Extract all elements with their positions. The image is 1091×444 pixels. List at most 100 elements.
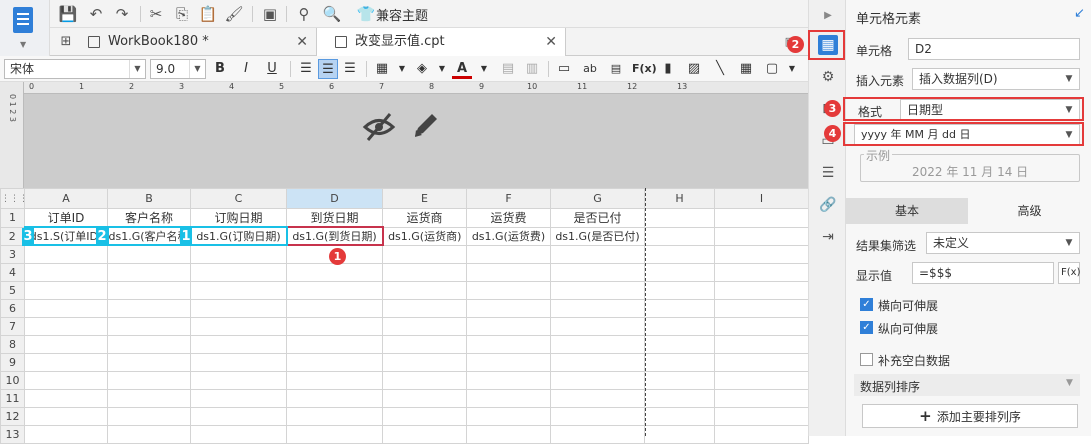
split-icon[interactable]: ▥ — [522, 59, 542, 79]
preview-icon[interactable]: 🔍 — [322, 4, 342, 24]
link-icon[interactable]: 🔗 — [818, 195, 838, 215]
column-header[interactable]: A — [24, 188, 108, 209]
tab-basic[interactable]: 基本 — [846, 198, 968, 224]
column-header[interactable]: E — [382, 188, 467, 209]
row-number[interactable]: 4 — [0, 262, 25, 282]
plugin-icon[interactable]: ⚲ — [294, 4, 314, 24]
chart-icon[interactable]: ▮ — [658, 59, 678, 79]
display-field[interactable]: =$$$ — [912, 262, 1054, 284]
close-icon[interactable]: ✕ — [545, 28, 557, 56]
tab-workbook[interactable]: WorkBook180 * ✕ — [70, 28, 316, 56]
column-header[interactable]: C — [190, 188, 287, 209]
column-header[interactable]: F — [466, 188, 551, 209]
filter-select[interactable]: 未定义 ▼ — [926, 232, 1080, 254]
cell-attribute-icon[interactable]: ⚙ — [818, 67, 838, 87]
grid-cell[interactable] — [644, 208, 715, 228]
expand-v-checkbox[interactable]: ✓ — [860, 321, 873, 334]
align-right-button[interactable]: ☰ — [340, 59, 360, 79]
column-header[interactable]: D — [286, 188, 383, 209]
rich-text-icon[interactable]: ▤ — [606, 59, 626, 79]
hidden-eye-icon[interactable] — [362, 110, 396, 144]
row-number[interactable]: 10 — [0, 370, 25, 390]
text-field-icon[interactable]: ▭ — [554, 59, 574, 79]
add-sort-button[interactable]: + 添加主要排列序 — [862, 404, 1078, 428]
app-logo[interactable]: ▼ — [0, 0, 50, 56]
grid-cell[interactable] — [644, 226, 715, 246]
grid-cell[interactable]: ds1.G(订购日期) — [189, 226, 288, 246]
tab-report[interactable]: 改变显示值.cpt ✕ — [316, 28, 566, 56]
slash-icon[interactable]: ╲ — [710, 59, 730, 79]
collapse-arrow-icon[interactable]: ▶ — [818, 6, 838, 26]
font-size-select[interactable]: 9.0 ▼ — [150, 59, 206, 79]
chevron-down-icon[interactable]: ▼ — [432, 59, 452, 79]
template-icon[interactable]: ▣ — [260, 4, 280, 24]
grid-cell[interactable]: ds1.G(是否已付) — [550, 226, 645, 246]
grid-cell[interactable]: 订购日期 — [190, 208, 287, 228]
row-number[interactable]: 12 — [0, 406, 25, 426]
border-icon[interactable]: ▦ — [372, 59, 392, 79]
redo-icon[interactable]: ↷ — [112, 4, 132, 24]
grid-cell-selected[interactable]: ds1.G(到货日期) — [285, 226, 384, 246]
row-number[interactable]: 9 — [0, 352, 25, 372]
grid-cell[interactable]: 是否已付 — [550, 208, 645, 228]
fill-blank-checkbox[interactable] — [860, 353, 873, 366]
insert-select[interactable]: 插入数据列(D) ▼ — [912, 68, 1080, 90]
italic-button[interactable]: I — [236, 59, 256, 79]
grid-cell[interactable]: ds1.G(运货商) — [382, 226, 467, 246]
row-number[interactable]: 2 — [0, 226, 25, 246]
fill-color-icon[interactable]: ◈ — [412, 59, 432, 79]
grid-cell[interactable] — [714, 208, 809, 228]
expand-h-checkbox[interactable]: ✓ — [860, 298, 873, 311]
corner-cell[interactable]: ⋮⋮⋮ — [0, 188, 25, 209]
copy-icon[interactable]: ⎘ — [172, 4, 192, 24]
grid-cell[interactable]: 客户名称 — [107, 208, 191, 228]
import-icon[interactable]: ⇥ — [818, 227, 838, 247]
column-header[interactable]: G — [550, 188, 645, 209]
font-family-select[interactable]: 宋体 ▼ — [4, 59, 146, 79]
row-number[interactable]: 7 — [0, 316, 25, 336]
pin-icon[interactable]: ↙ — [1074, 6, 1085, 21]
data-icon[interactable]: ☰ — [818, 163, 838, 183]
grid-cell[interactable] — [714, 226, 809, 246]
align-center-button[interactable]: ☰ — [318, 59, 338, 79]
grid-cell[interactable]: ds1.G(客户名称) — [106, 226, 192, 246]
merge-icon[interactable]: ▤ — [498, 59, 518, 79]
column-header[interactable]: I — [714, 188, 809, 209]
cell-border-icon[interactable]: ▢ — [762, 59, 782, 79]
close-icon[interactable]: ✕ — [296, 28, 308, 56]
grid-cell[interactable]: 订单ID — [24, 208, 108, 228]
cut-icon[interactable]: ✂ — [146, 4, 166, 24]
image-icon[interactable]: ▨ — [684, 59, 704, 79]
sub-report-icon[interactable]: ▦ — [736, 59, 756, 79]
tab-advanced[interactable]: 高级 — [968, 198, 1091, 224]
grid-cell[interactable]: 运货费 — [466, 208, 551, 228]
bold-button[interactable]: B — [210, 59, 230, 79]
format-painter-icon[interactable]: 🖌 — [224, 4, 244, 24]
paste-icon[interactable]: 📋 — [198, 4, 218, 24]
save-icon[interactable]: 💾 — [58, 4, 78, 24]
row-number[interactable]: 3 — [0, 244, 25, 264]
grid-cell[interactable]: 运货商 — [382, 208, 467, 228]
font-color-button[interactable]: A — [452, 59, 472, 79]
cell-field[interactable]: D2 — [908, 38, 1080, 60]
ab-icon[interactable]: ab — [580, 59, 600, 79]
column-header[interactable]: B — [107, 188, 191, 209]
formula-button[interactable]: F(x) — [632, 59, 657, 79]
chevron-down-icon[interactable]: ▼ — [782, 59, 802, 79]
chevron-down-icon[interactable]: ▼ — [474, 59, 494, 79]
grid-cell[interactable]: ds1.G(运货费) — [466, 226, 551, 246]
formula-button[interactable]: F(x) — [1058, 262, 1080, 284]
column-header[interactable]: H — [644, 188, 715, 209]
row-number[interactable]: 5 — [0, 280, 25, 300]
chevron-down-icon[interactable]: ▼ — [392, 59, 412, 79]
row-number[interactable]: 8 — [0, 334, 25, 354]
underline-button[interactable]: U — [262, 59, 282, 79]
row-number[interactable]: 13 — [0, 424, 25, 444]
grid-cell[interactable]: 到货日期 — [286, 208, 383, 228]
align-left-button[interactable]: ☰ — [296, 59, 316, 79]
chevron-down-icon[interactable]: ▼ — [1066, 378, 1073, 388]
row-number[interactable]: 6 — [0, 298, 25, 318]
row-number[interactable]: 1 — [0, 208, 25, 228]
compat-theme-button[interactable]: 兼容主题 — [376, 5, 428, 24]
edit-pencil-icon[interactable] — [410, 110, 440, 142]
